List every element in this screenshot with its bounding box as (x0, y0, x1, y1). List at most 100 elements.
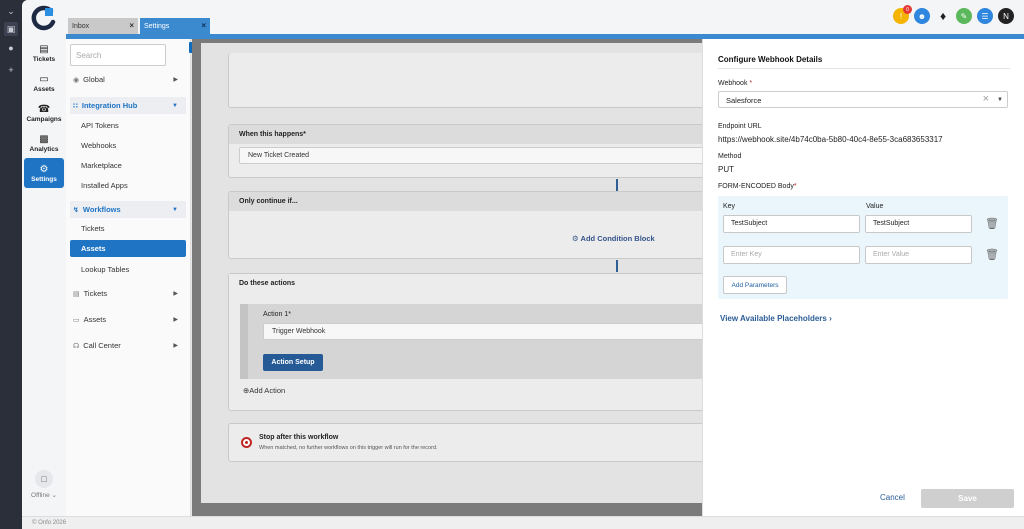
panel-title: Configure Webhook Details (718, 55, 823, 64)
action-block: Action 1* Trigger Webhook Action Setup (240, 304, 720, 379)
trigger-value: New Ticket Created (248, 152, 310, 159)
close-icon[interactable]: × (201, 21, 206, 30)
view-placeholders-link[interactable]: View Available Placeholders › (720, 314, 832, 323)
stop-card: Stop after this workflow When matched, n… (228, 423, 728, 462)
stop-description: When matched, no further workflows on th… (259, 445, 438, 451)
menu-assets[interactable]: ▭ Assets ▶ (70, 311, 186, 328)
webhook-select[interactable]: Salesforce × ▼ (718, 91, 1008, 108)
avatar[interactable]: N (998, 8, 1014, 24)
endpoint-value: https://webhook.site/4b74c0ba-5b80-40c4-… (718, 135, 943, 144)
headset-icon: ☊ (73, 342, 80, 350)
bell-icon[interactable]: ♦ (935, 8, 951, 24)
condition-card: Only continue if... ⚙ Add Condition Bloc… (228, 191, 728, 259)
actions-header: Do these actions (229, 274, 727, 293)
menu-call-center[interactable]: ☊ Call Center ▶ (70, 337, 186, 354)
gear-icon: ⚙ (39, 163, 49, 175)
offline-status[interactable]: □ Offline ⌄ (28, 470, 60, 499)
stop-radio[interactable] (241, 437, 252, 448)
grid-icon: ∷ (73, 102, 78, 110)
drag-handle[interactable] (240, 304, 248, 379)
trash-icon[interactable]: 🗑 (985, 248, 999, 262)
actions-card: Do these actions Action 1* Trigger Webho… (228, 273, 728, 411)
brand-logo-icon[interactable] (31, 5, 57, 31)
menu-workflow-tickets[interactable]: Tickets (70, 220, 186, 237)
os-sidebar: ⌄ ▣ ● + (0, 0, 22, 529)
nav-label: Analytics (29, 145, 59, 153)
chat-icon: □ (35, 470, 53, 488)
header-actions: ! 0 ☻ ♦ ✎ ☰ N (893, 5, 1014, 24)
save-button[interactable]: Save (921, 489, 1014, 508)
param-key-value: TestSubject (731, 220, 768, 227)
menu-label: Call Center (83, 341, 121, 350)
menu-integration-hub[interactable]: ∷ Integration Hub ▼ (70, 97, 186, 114)
tab-label: Settings (144, 22, 170, 30)
cancel-button[interactable]: Cancel (880, 493, 905, 502)
menu-label: Integration Hub (81, 101, 138, 110)
menu-label: Webhooks (81, 141, 117, 150)
nav-assets[interactable]: ▭ Assets (24, 68, 64, 98)
menu-global[interactable]: ◉ Global ▶ (70, 71, 186, 88)
chevron-down-icon[interactable]: ⌄ (4, 4, 18, 18)
notifications-icon[interactable]: ! 0 (893, 5, 912, 24)
menu-label: Installed Apps (81, 181, 128, 190)
webhook-config-panel: Configure Webhook Details Webhook * Sale… (702, 39, 1024, 516)
chevron-down-icon[interactable]: ▼ (997, 97, 1003, 103)
search-input[interactable]: Search (70, 44, 166, 66)
menu-marketplace[interactable]: Marketplace (70, 157, 186, 174)
primary-nav: ▤ Tickets ▭ Assets ☎ Campaigns ▩ Analytics ⚙… (22, 0, 66, 516)
action-setup-button[interactable]: Action Setup (263, 354, 323, 371)
value-placeholder: Enter Value (873, 251, 910, 258)
plus-icon[interactable]: + (4, 63, 18, 77)
endpoint-label: Endpoint URL (718, 123, 762, 130)
add-parameters-button[interactable]: Add Parameters (723, 276, 787, 294)
close-icon[interactable]: × (129, 21, 134, 30)
menu-workflows[interactable]: ↯ Workflows ▼ (70, 201, 186, 218)
trigger-card: When this happens* New Ticket Created (228, 124, 728, 178)
nav-campaigns[interactable]: ☎ Campaigns (24, 98, 64, 128)
clipboard-icon[interactable]: ☰ (977, 8, 993, 24)
add-action-button[interactable]: ⊕Add Action (243, 386, 285, 395)
menu-api-tokens[interactable]: API Tokens (70, 117, 186, 134)
pencil-icon[interactable]: ✎ (956, 8, 972, 24)
webhook-label-text: Webhook (718, 80, 748, 87)
param-value-input[interactable]: TestSubject (865, 215, 972, 233)
menu-label: Lookup Tables (81, 265, 130, 274)
nav-label: Settings (31, 175, 57, 183)
chevron-right-icon: ▶ (173, 317, 178, 323)
param-key-input[interactable]: TestSubject (723, 215, 860, 233)
cancel-label: Cancel (880, 493, 905, 502)
trash-icon[interactable]: 🗑 (985, 217, 999, 231)
menu-tickets[interactable]: ▤ Tickets ▶ (70, 285, 186, 302)
body-params-box: Key Value TestSubject TestSubject 🗑 Ente… (718, 196, 1008, 299)
tab-inbox[interactable]: Inbox × (68, 18, 138, 34)
nav-analytics[interactable]: ▩ Analytics (24, 128, 64, 158)
webhook-value: Salesforce (726, 96, 762, 105)
add-condition-button[interactable]: ⚙ Add Condition Block (572, 234, 655, 243)
menu-lookup-tables[interactable]: Lookup Tables (70, 261, 186, 278)
nav-label: Assets (33, 85, 55, 93)
connector-line (616, 179, 618, 191)
menu-webhooks[interactable]: Webhooks (70, 137, 186, 154)
footer: © Onfo 2026 (22, 516, 1024, 529)
trigger-select[interactable]: New Ticket Created (239, 147, 719, 164)
menu-installed-apps[interactable]: Installed Apps (70, 177, 186, 194)
new-value-input[interactable]: Enter Value (865, 246, 972, 264)
tab-settings[interactable]: Settings × (140, 18, 210, 34)
globe-icon[interactable]: ● (4, 41, 18, 55)
action-select[interactable]: Trigger Webhook (263, 323, 718, 340)
clear-icon[interactable]: × (983, 93, 989, 105)
offline-label: Offline ⌄ (31, 492, 57, 499)
app-window-icon[interactable]: ▣ (4, 22, 18, 36)
inbox-icon: ▤ (39, 43, 49, 55)
nav-tickets[interactable]: ▤ Tickets (24, 38, 64, 68)
bar-chart-icon: ▩ (39, 133, 49, 145)
bot-icon[interactable]: ☻ (914, 8, 930, 24)
action-setup-label: Action Setup (271, 359, 315, 366)
menu-label: Global (83, 75, 105, 84)
menu-label: Assets (81, 244, 106, 253)
body-label-text: FORM-ENCODED Body (718, 183, 794, 190)
menu-workflow-assets[interactable]: Assets (70, 240, 186, 257)
nav-settings[interactable]: ⚙ Settings (24, 158, 64, 188)
view-placeholders-label: View Available Placeholders (720, 314, 827, 323)
new-key-input[interactable]: Enter Key (723, 246, 860, 264)
